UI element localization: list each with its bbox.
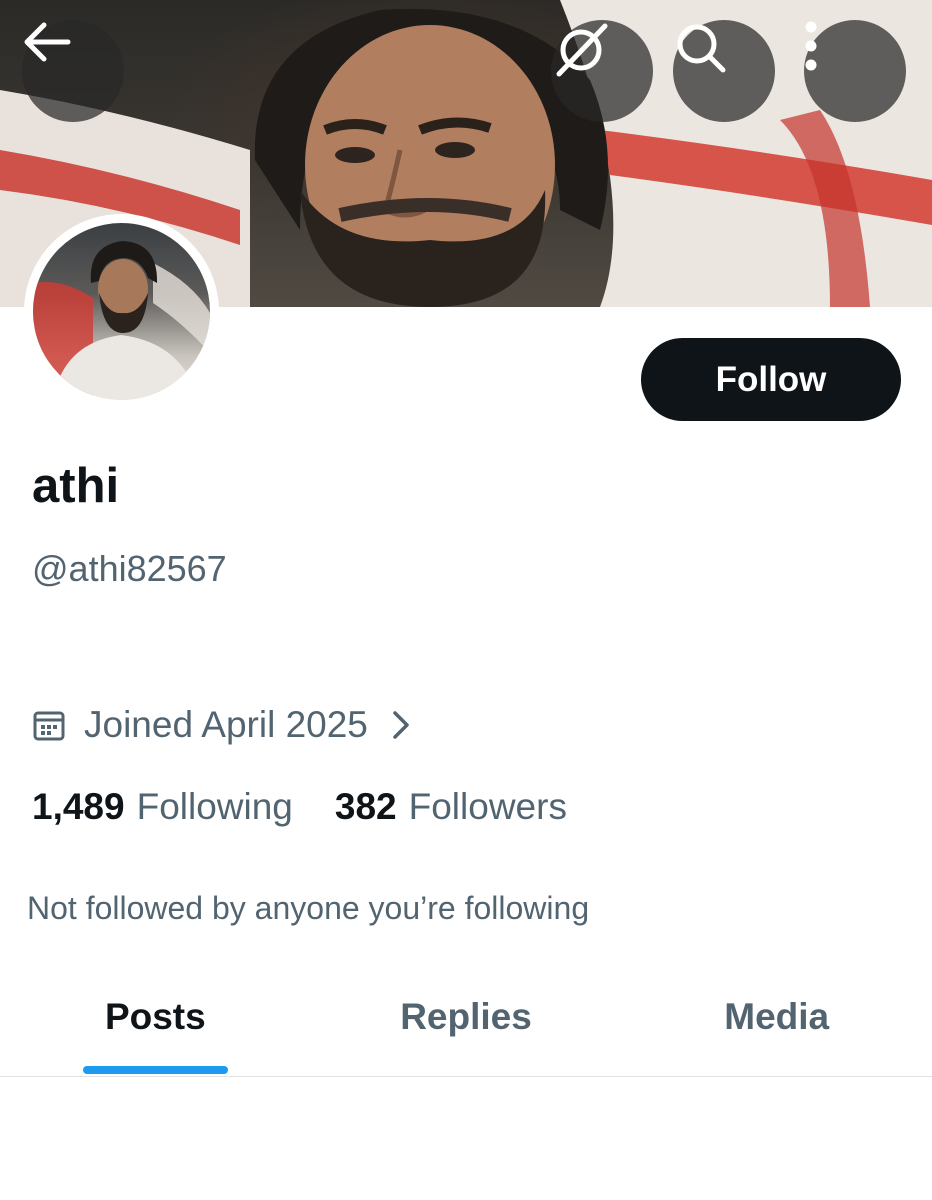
grok-button[interactable] [551,20,653,122]
following-link[interactable]: 1,489 Following [32,786,293,828]
display-name: athi [32,459,120,513]
avatar-image [33,223,210,400]
following-label: Following [136,786,293,827]
chevron-right-icon [393,711,409,739]
back-button[interactable] [22,20,124,122]
arrow-left-icon [24,22,71,62]
tab-posts[interactable]: Posts [0,970,311,1076]
calendar-icon [33,711,65,741]
search-button[interactable] [673,20,775,122]
more-options-button[interactable] [804,20,906,122]
mutual-followers-text: Not followed by anyone you’re following [27,890,590,926]
follow-button[interactable]: Follow [641,338,901,421]
active-tab-indicator [83,1066,228,1074]
joined-date-text: Joined April 2025 [84,704,368,745]
joined-date-row[interactable]: Joined April 2025 [32,704,410,746]
followers-count: 382 [334,786,397,827]
grok-icon [556,23,608,77]
user-handle: @athi82567 [32,548,227,589]
avatar[interactable] [24,214,219,409]
followers-label: Followers [408,786,567,827]
more-vertical-icon [805,21,817,71]
search-icon [677,24,726,73]
tab-replies[interactable]: Replies [311,970,622,1076]
tab-media[interactable]: Media [621,970,932,1076]
following-count: 1,489 [32,786,125,827]
follow-stats: 1,489 Following 382 Followers [32,786,567,828]
profile-tabs: Posts Replies Media [0,970,932,1077]
followers-link[interactable]: 382 Followers [335,786,567,828]
profile-page: Follow athi @athi82567 Joined April 2025… [0,0,932,1200]
